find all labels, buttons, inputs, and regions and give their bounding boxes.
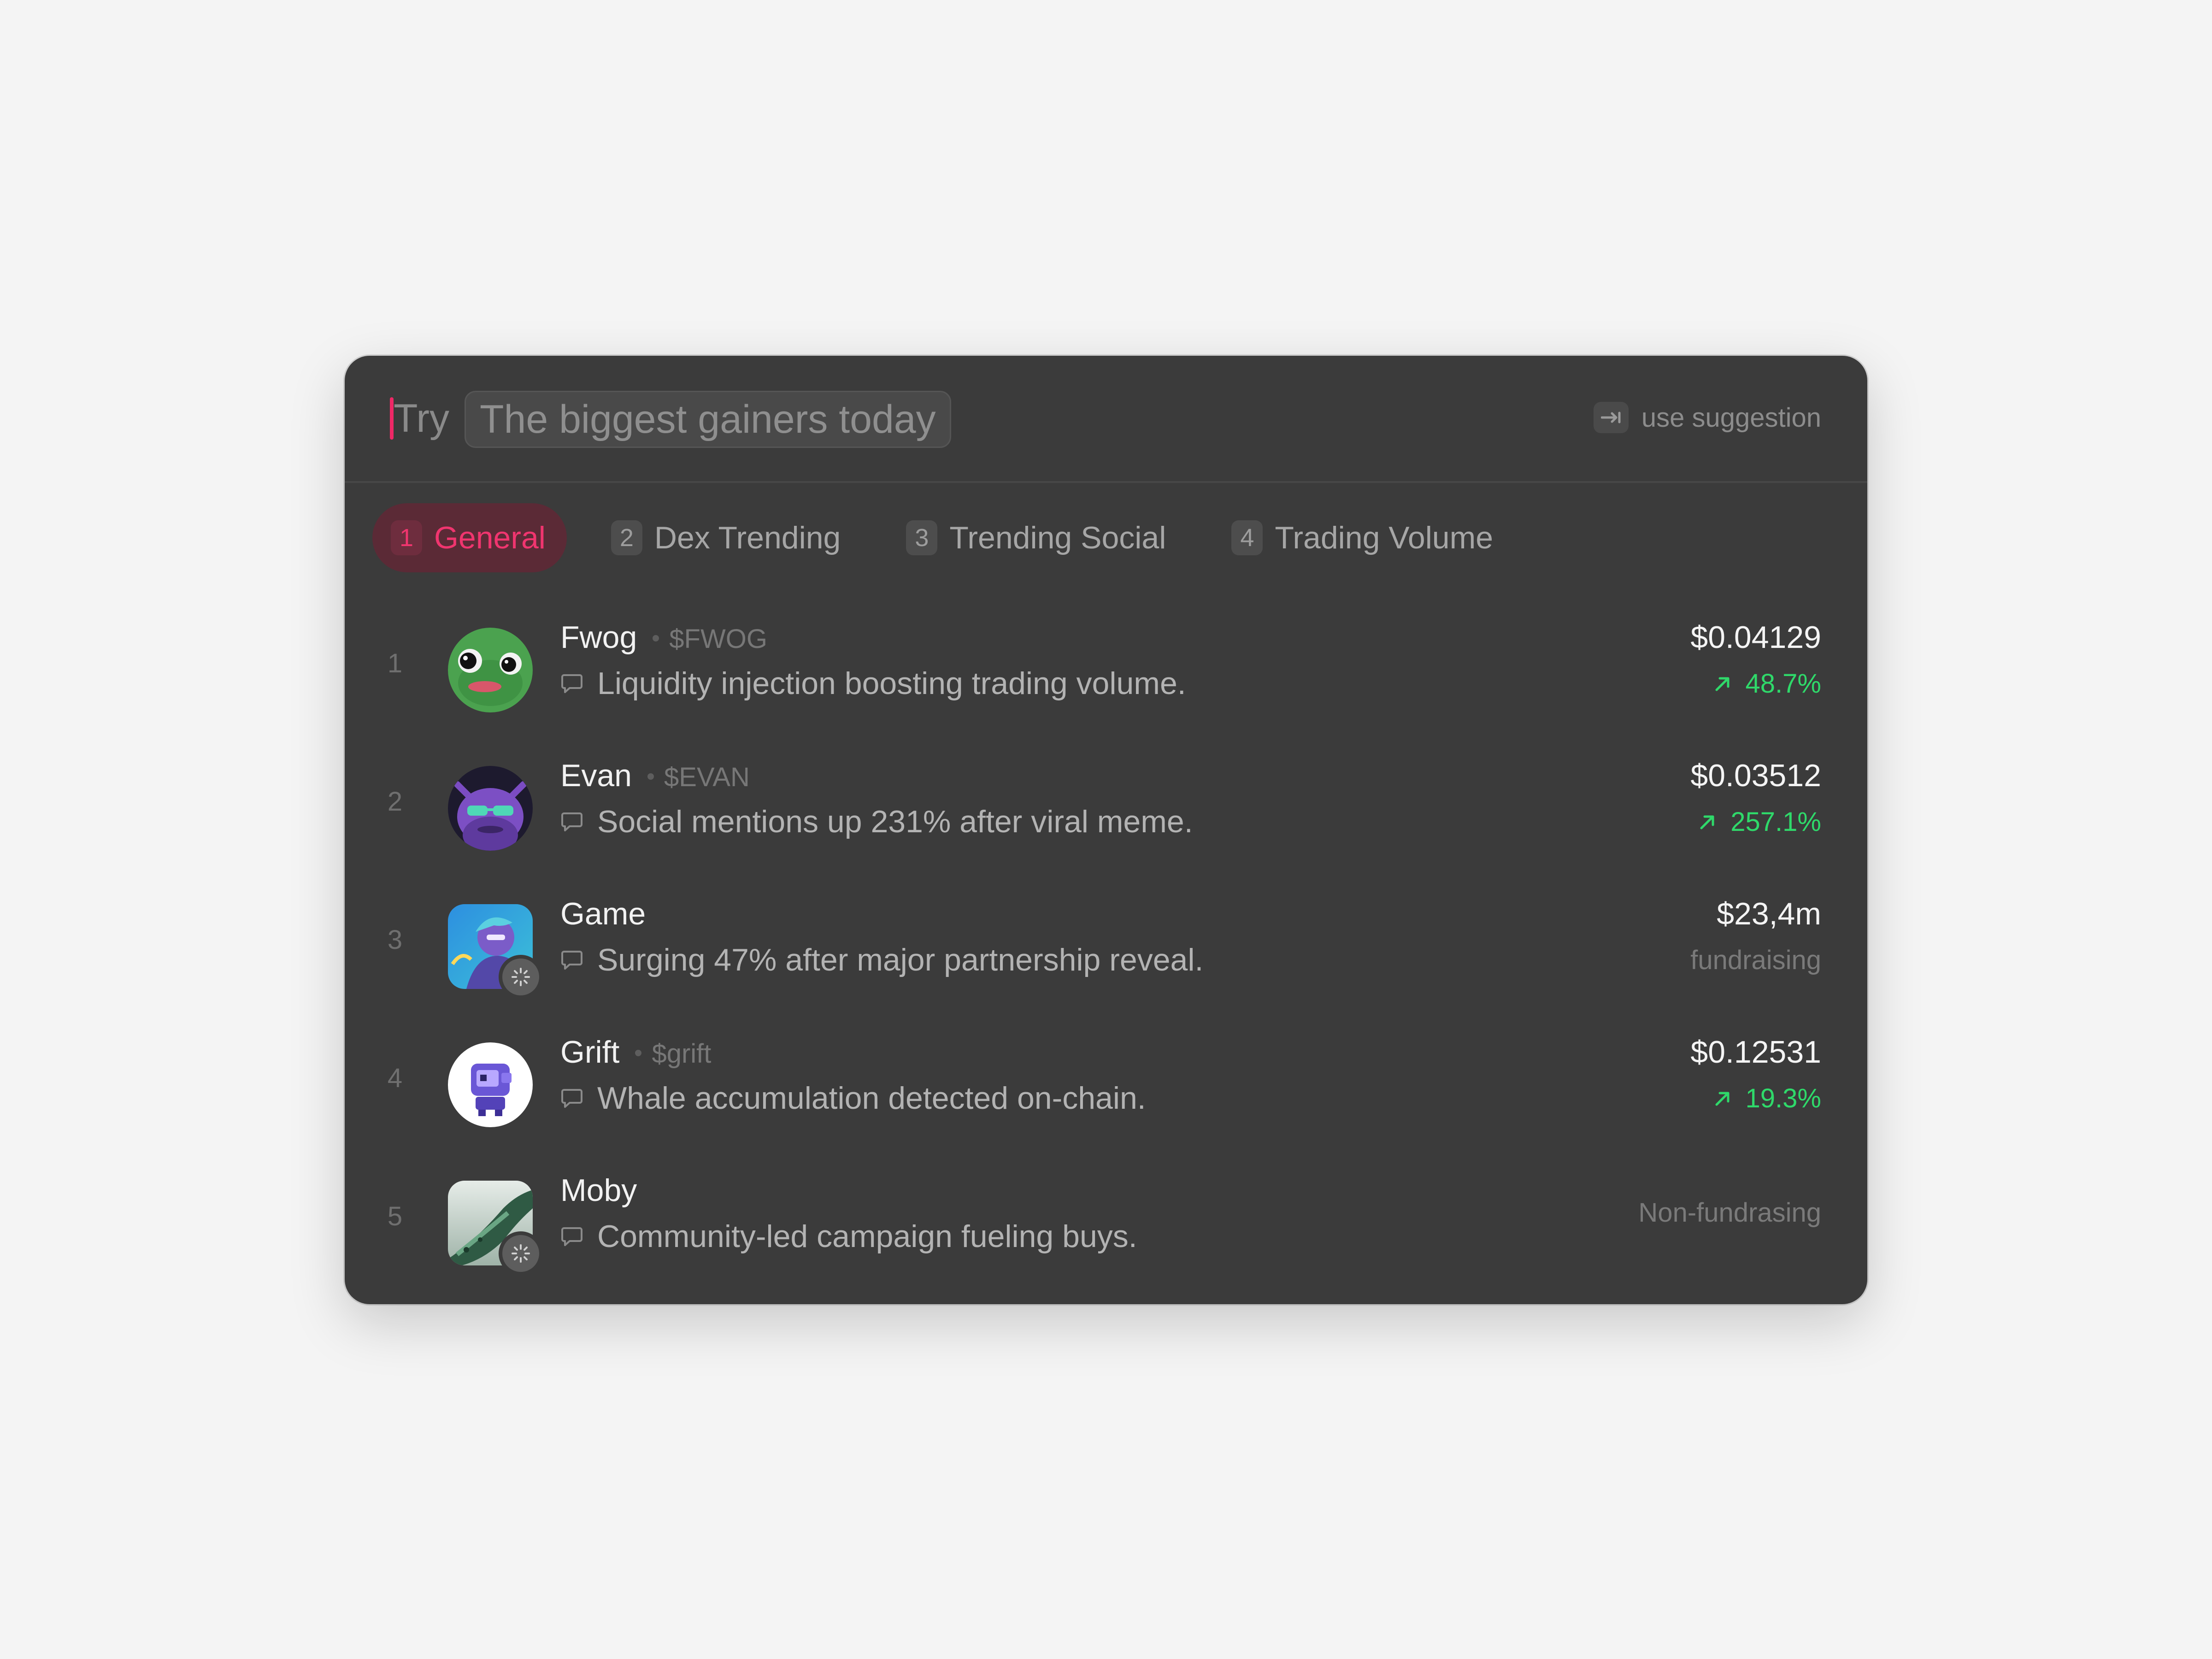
token-description: Surging 47% after major partnership reve… [560,942,1203,978]
tab-number: 1 [391,520,422,555]
description-text: Whale accumulation detected on-chain. [597,1081,1146,1116]
token-ticker: $FWOG [669,624,767,654]
token-description: Social mentions up 231% after viral meme… [560,804,1193,840]
list-item[interactable]: 5 Moby Community-led campaign fueling bu… [345,1153,1867,1291]
loading-badge-icon [499,955,543,999]
token-title: Moby [560,1172,637,1208]
token-price: $0.03512 [1690,758,1821,793]
fundraising-status: Non-fundrasing [1638,1198,1821,1228]
arrow-up-right-icon [1715,677,1730,691]
tab-key-icon [1593,402,1629,433]
search-bar[interactable]: Try The biggest gainers today use sugges… [345,356,1867,483]
tab-label: Trending Social [949,520,1166,555]
game-character-avatar-icon [448,904,543,999]
description-text: Community-led campaign fueling buys. [597,1219,1137,1254]
description-text: Social mentions up 231% after viral meme… [597,804,1193,839]
rank-number: 1 [387,648,403,678]
token-name: Evan [560,758,632,793]
comment-icon [561,1089,582,1108]
token-description: Liquidity injection boosting trading vol… [560,665,1186,701]
loading-badge-icon [499,1231,543,1276]
token-name: Moby [560,1173,637,1208]
comment-icon [561,951,582,970]
robot-avatar-icon [448,1042,533,1127]
fundraising-status: fundraising [1690,945,1821,975]
tab-dex-trending[interactable]: 2 Dex Trending [593,503,862,572]
token-description: Whale accumulation detected on-chain. [560,1080,1146,1116]
description-text: Surging 47% after major partnership reve… [597,942,1204,977]
list-item[interactable]: 4 Grift $grift Whale accumulation detect… [345,1015,1867,1153]
description-text: Liquidity injection boosting trading vol… [597,666,1186,701]
token-ticker: $grift [652,1039,712,1069]
raised-amount: $23,4m [1717,896,1821,931]
token-title: Fwog $FWOG [560,619,767,655]
rank-number: 2 [387,787,403,817]
token-description: Community-led campaign fueling buys. [560,1218,1137,1254]
arrow-up-right-icon [1700,815,1714,829]
use-suggestion-hint[interactable]: use suggestion [1593,402,1821,433]
rank-number: 4 [387,1063,403,1093]
rank-number: 5 [387,1201,403,1231]
tab-number: 3 [906,520,938,555]
change-value: 48.7% [1745,669,1821,699]
tab-label: Dex Trending [654,520,841,555]
text-caret [390,397,394,440]
whale-avatar-icon [448,1181,543,1276]
suggestion-chip[interactable]: The biggest gainers today [465,391,951,448]
separator-dot [647,773,654,780]
change-value: 19.3% [1745,1083,1821,1113]
token-price: $0.12531 [1690,1035,1821,1070]
command-palette: Try The biggest gainers today use sugges… [345,356,1867,1304]
arrow-up-right-icon [1715,1092,1730,1106]
comment-icon [561,1227,582,1246]
token-name: Game [560,896,646,931]
category-tabs: 1 General 2 Dex Trending 3 Trending Soci… [372,503,1514,572]
separator-dot [635,1050,642,1056]
price-change: 19.3% [1713,1083,1821,1114]
tab-trending-social[interactable]: 3 Trending Social [888,503,1187,572]
tab-label: General [434,520,546,555]
tab-number: 2 [611,520,642,555]
tab-label: Trading Volume [1275,520,1494,555]
list-item[interactable]: 2 Evan $EVAN Social mentions up 231% aft… [345,738,1867,877]
price-change: 257.1% [1698,806,1821,837]
use-suggestion-label: use suggestion [1641,402,1821,433]
token-name: Grift [560,1035,620,1070]
rank-number: 3 [387,925,403,955]
list-item[interactable]: 1 Fwog $FWOG Liquidity injection boostin… [345,600,1867,738]
frog-avatar-icon [448,628,533,712]
price-change: 48.7% [1713,668,1821,699]
tab-trading-volume[interactable]: 4 Trading Volume [1213,503,1514,572]
token-title: Grift $grift [560,1034,711,1070]
tab-general[interactable]: 1 General [372,503,567,572]
token-name: Fwog [560,620,637,655]
token-ticker: $EVAN [664,762,750,792]
comment-icon [561,674,582,693]
comment-icon [561,812,582,831]
token-title: Game [560,896,646,932]
tab-number: 4 [1231,520,1263,555]
token-price: $0.04129 [1690,620,1821,655]
search-prefix: Try [394,396,449,441]
token-title: Evan $EVAN [560,758,750,794]
purple-character-avatar-icon [448,766,533,851]
change-value: 257.1% [1730,807,1821,837]
separator-dot [653,635,659,641]
list-item[interactable]: 3 Game Surging 47% after major partnersh… [345,877,1867,1015]
